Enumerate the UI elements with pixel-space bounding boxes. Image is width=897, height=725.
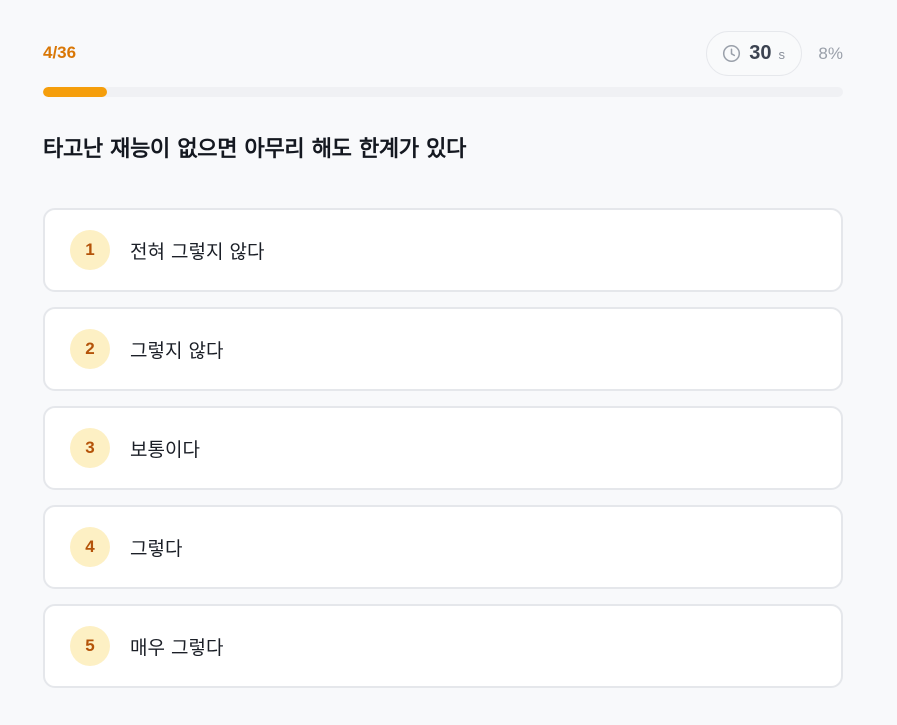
option-label: 전혀 그렇지 않다 — [130, 240, 265, 263]
option-number-badge: 2 — [70, 329, 110, 369]
option-number-badge: 5 — [70, 626, 110, 666]
timer-unit: s — [778, 47, 786, 62]
question-text: 타고난 재능이 없으면 아무리 해도 한계가 있다 — [43, 137, 467, 162]
answer-option-3[interactable]: 3 보통이다 — [43, 406, 843, 490]
option-number-badge: 1 — [70, 230, 110, 270]
option-label: 그렇다 — [130, 537, 183, 560]
answer-options: 1 전혀 그렇지 않다 2 그렇지 않다 3 보통이다 4 그렇다 5 매우 그… — [43, 208, 843, 703]
progress-bar-fill — [43, 87, 107, 97]
option-label: 매우 그렇다 — [130, 636, 224, 659]
answer-option-5[interactable]: 5 매우 그렇다 — [43, 604, 843, 688]
question-counter: 4/36 — [43, 43, 77, 62]
option-number-badge: 3 — [70, 428, 110, 468]
answer-option-2[interactable]: 2 그렇지 않다 — [43, 307, 843, 391]
clock-icon — [722, 44, 741, 63]
progress-bar — [43, 87, 843, 97]
option-label: 그렇지 않다 — [130, 339, 224, 362]
survey-container: 4/36 30 s 8% 타고난 재능이 없으면 아무리 해도 한계가 있다 1… — [43, 30, 843, 688]
header-right-group: 30 s 8% — [706, 30, 843, 77]
option-label: 보통이다 — [130, 438, 200, 461]
timer-seconds: 30 — [749, 42, 772, 64]
survey-header: 4/36 30 s 8% — [43, 30, 843, 78]
timer-badge: 30 s — [706, 31, 802, 76]
option-number-badge: 4 — [70, 527, 110, 567]
progress-percent: 8% — [818, 43, 843, 63]
answer-option-1[interactable]: 1 전혀 그렇지 않다 — [43, 208, 843, 292]
answer-option-4[interactable]: 4 그렇다 — [43, 505, 843, 589]
